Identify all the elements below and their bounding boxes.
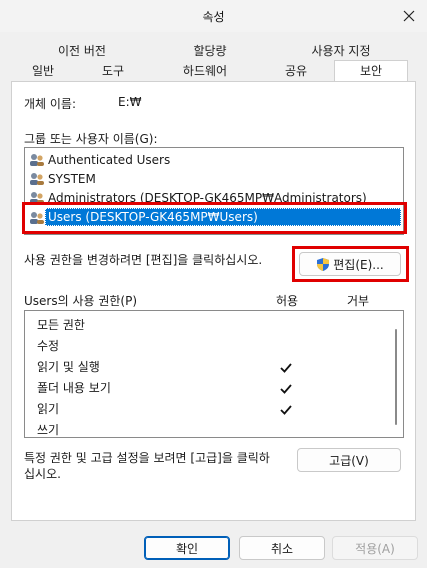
permission-name: 읽기 [37, 402, 60, 416]
apply-button-label: 적용(A) [355, 541, 395, 556]
ok-button-label: 확인 [175, 541, 199, 556]
advanced-hint-line1: 특정 권한 및 고급 설정을 보려면 [고급]을 클릭하 [24, 451, 270, 465]
tab-sharing[interactable]: 공유 [258, 61, 334, 81]
close-icon [403, 10, 415, 22]
permission-row-read-execute: 읽기 및 실행 [37, 357, 100, 377]
tab-label: 일반 [31, 64, 55, 78]
tab-label: 보안 [359, 64, 383, 78]
users-group-icon [29, 153, 45, 167]
tab-label: 사용자 지정 [311, 44, 371, 58]
apply-button[interactable]: 적용(A) [332, 536, 418, 560]
ok-button[interactable]: 확인 [144, 536, 230, 560]
list-item[interactable]: SYSTEM [29, 170, 96, 188]
permissions-listbox: 모든 권한 수정 읽기 및 실행 폴더 내용 보기 읽기 쓰기 [24, 310, 404, 438]
tab-hardware[interactable]: 하드웨어 [152, 61, 258, 81]
permission-name: 폴더 내용 보기 [37, 381, 111, 395]
permission-name: 모든 권한 [37, 318, 85, 332]
object-name-label: 개체 이름: [24, 97, 77, 111]
tab-tools[interactable]: 도구 [74, 61, 152, 81]
cancel-button-label: 취소 [270, 541, 294, 556]
tab-customize[interactable]: 사용자 지정 [274, 41, 408, 61]
tab-label: 이전 버전 [58, 44, 106, 58]
permission-name: 읽기 및 실행 [37, 360, 100, 374]
edit-button-highlight [292, 246, 409, 282]
permission-row-read: 읽기 [37, 399, 59, 419]
permission-name: 수정 [37, 339, 60, 353]
tab-quota[interactable]: 할당량 [146, 41, 274, 61]
tab-previous-versions[interactable]: 이전 버전 [18, 41, 146, 61]
tab-general[interactable]: 일반 [12, 61, 74, 81]
permission-row-full-control: 모든 권한 [37, 315, 85, 335]
tab-label: 할당량 [193, 44, 227, 58]
scrollbar-thumb[interactable] [395, 329, 397, 425]
selected-user-highlight [22, 202, 407, 234]
group-user-label: 그룹 또는 사용자 이름(G): [24, 132, 158, 146]
cancel-button[interactable]: 취소 [239, 536, 325, 560]
deny-column-header: 거부 [347, 294, 370, 308]
tab-security[interactable]: 보안 [334, 60, 408, 82]
edit-hint: 사용 권한을 변경하려면 [편집]을 클릭하십시오. [24, 253, 263, 267]
list-item[interactable]: Authenticated Users [29, 151, 170, 169]
close-button[interactable] [391, 0, 427, 32]
permissions-label: Users의 사용 권한(P) [24, 294, 138, 308]
list-item-label: SYSTEM [48, 172, 96, 186]
tab-label: 공유 [284, 64, 308, 78]
allow-check-icon [280, 405, 292, 415]
users-group-icon [29, 172, 45, 186]
advanced-button-label: 고급(V) [329, 453, 369, 468]
object-name-value: E:₩ [118, 95, 142, 109]
window-title: 속성 [202, 10, 225, 24]
allow-check-icon [280, 384, 292, 394]
permission-name: 쓰기 [37, 423, 60, 437]
allow-check-icon [280, 363, 292, 373]
title-bar: 속성 [0, 0, 427, 32]
advanced-hint-line2: 십시오. [24, 467, 61, 481]
tab-label: 하드웨어 [182, 64, 228, 78]
advanced-button[interactable]: 고급(V) [297, 448, 401, 472]
permission-row-write: 쓰기 [37, 420, 60, 437]
permission-row-modify: 수정 [37, 336, 59, 356]
tab-label: 도구 [101, 64, 125, 78]
allow-column-header: 허용 [276, 294, 299, 308]
list-item-label: Authenticated Users [48, 153, 171, 167]
permission-row-list-folder: 폴더 내용 보기 [37, 378, 111, 398]
